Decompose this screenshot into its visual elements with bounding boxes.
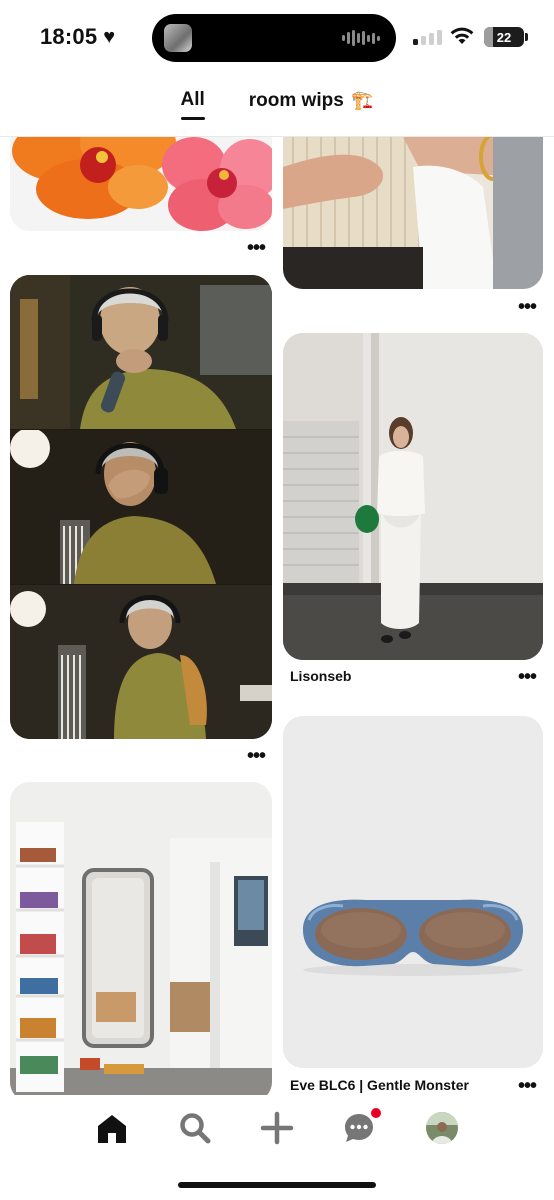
board-tabs: All room wips 🏗️ — [0, 88, 554, 128]
tab-room-wips[interactable]: room wips 🏗️ — [249, 88, 374, 124]
heart-icon: ♥ — [103, 26, 116, 48]
pin-more-options-button[interactable]: ••• — [516, 297, 538, 317]
nav-profile[interactable] — [424, 1110, 460, 1146]
hibiscus-image — [10, 137, 272, 231]
cellular-signal-icon — [413, 30, 442, 45]
pin-image-room[interactable] — [10, 782, 272, 1095]
collage-panel-bottom — [10, 585, 272, 739]
pin-image-collage[interactable] — [10, 275, 272, 739]
pin-more-options-button[interactable]: ••• — [245, 238, 267, 258]
bangle-photo — [283, 137, 543, 289]
tab-all[interactable]: All — [180, 88, 206, 124]
pin-more-options-button[interactable]: ••• — [516, 1076, 538, 1095]
home-icon — [98, 1115, 126, 1143]
status-bar: 18:05 ♥ 22 — [0, 0, 554, 76]
battery-level-fill — [484, 27, 493, 47]
pin-more-options-button[interactable]: ••• — [516, 667, 538, 687]
pin-title[interactable]: Eve BLC6 | Gentle Monster — [290, 1077, 469, 1093]
nav-search[interactable] — [177, 1110, 213, 1146]
profile-avatar — [426, 1112, 458, 1144]
pin-more-options-button[interactable]: ••• — [245, 746, 267, 766]
home-indicator — [178, 1182, 376, 1188]
wifi-icon — [450, 27, 474, 44]
dynamic-island[interactable] — [152, 14, 396, 62]
collage-panel-top — [10, 275, 272, 429]
notification-badge — [371, 1108, 381, 1118]
audio-waveform-icon — [342, 29, 380, 47]
pin-feed[interactable]: ••• ••• ••• Lisonseb ••• Eve BLC6 | Gent… — [0, 137, 554, 1095]
nav-messages[interactable] — [341, 1108, 381, 1146]
battery-indicator: 22 — [484, 27, 528, 47]
messages-icon — [345, 1114, 373, 1142]
nav-create[interactable] — [259, 1110, 295, 1146]
now-playing-thumbnail — [164, 24, 192, 52]
pin-image-fashion[interactable] — [283, 333, 543, 660]
collage-panel-middle — [10, 430, 272, 584]
create-plus-icon — [260, 1111, 294, 1145]
nav-home[interactable] — [94, 1110, 130, 1146]
pin-image-flowers[interactable] — [10, 137, 272, 231]
pin-image-bangle[interactable] — [283, 137, 543, 289]
pin-title[interactable]: Lisonseb — [290, 668, 351, 684]
construction-emoji-icon: 🏗️ — [351, 90, 374, 110]
search-icon — [180, 1113, 211, 1144]
status-time: 18:05 ♥ — [40, 24, 116, 49]
pin-image-glasses[interactable] — [283, 716, 543, 1068]
